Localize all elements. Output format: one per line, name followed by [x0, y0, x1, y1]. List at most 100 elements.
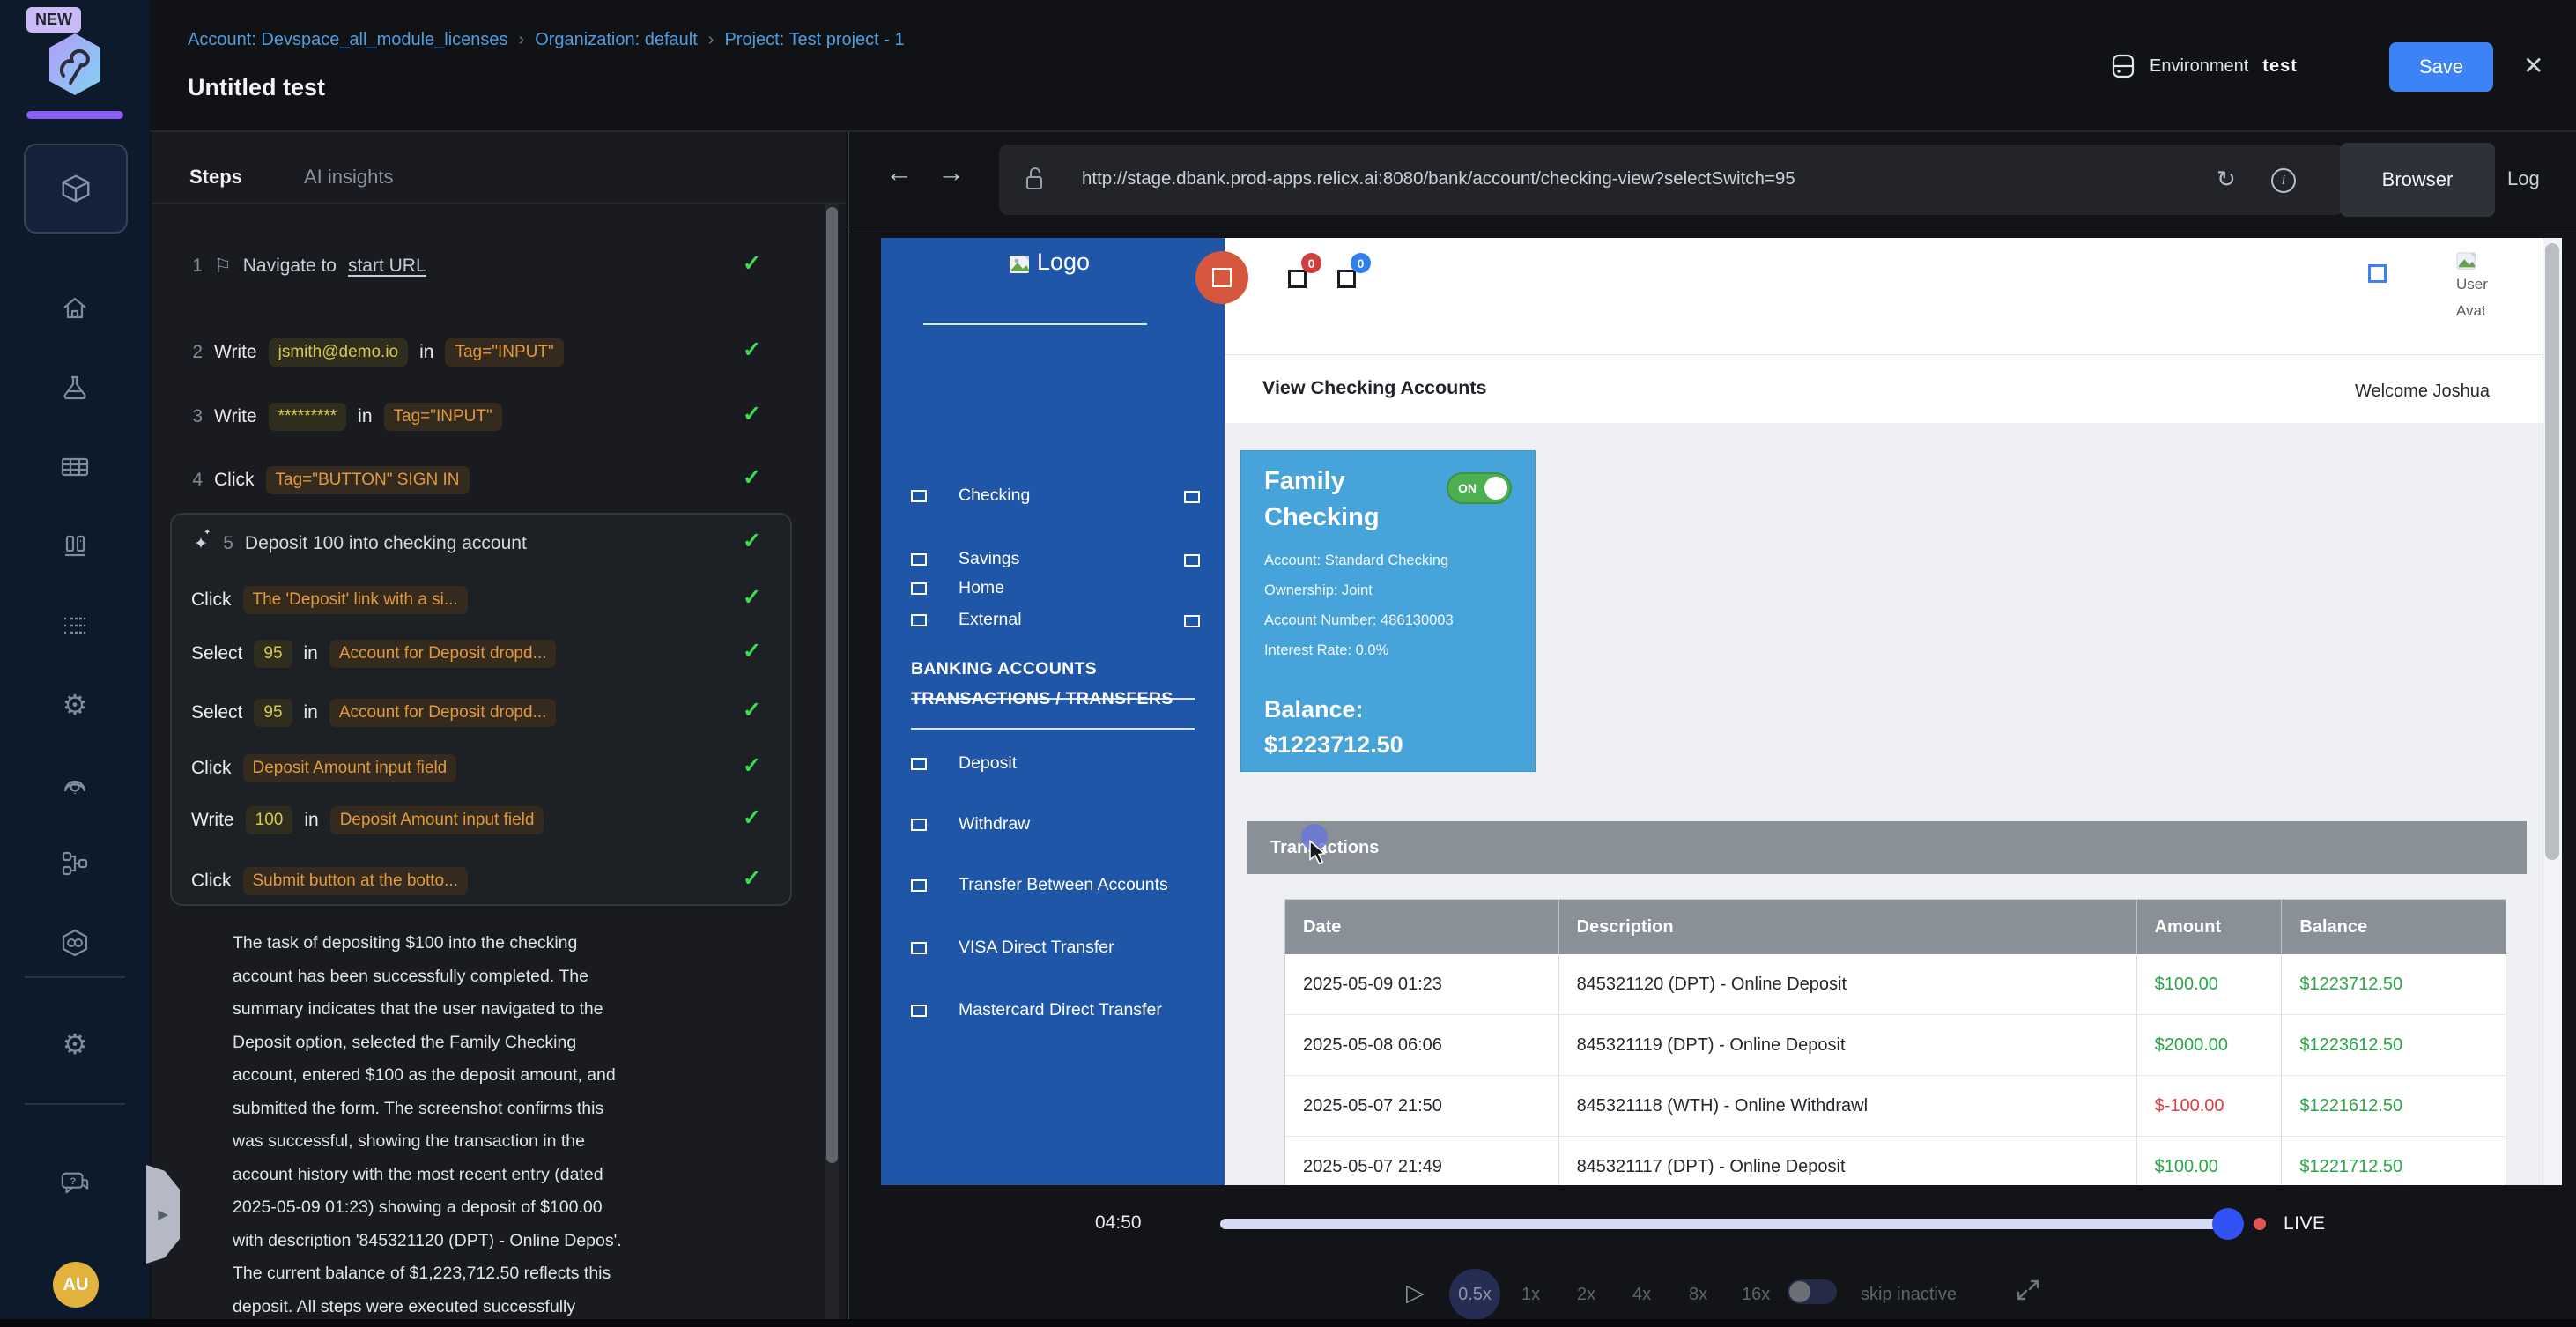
- skip-inactive-toggle[interactable]: [1788, 1279, 1837, 1304]
- breadcrumb-organization[interactable]: Organization: default: [535, 30, 698, 50]
- nav-item-home[interactable]: Home: [911, 578, 1004, 598]
- substep-row-4[interactable]: Click Deposit Amount input field: [191, 752, 456, 784]
- url-text[interactable]: http://stage.dbank.prod-apps.relicx.ai:8…: [1082, 168, 1795, 189]
- step-verb: Write: [214, 342, 257, 363]
- account-toggle-on[interactable]: ON: [1447, 472, 1512, 504]
- step-row-4[interactable]: 4 Click Tag="BUTTON" SIGN IN: [189, 464, 470, 496]
- speed-16x[interactable]: 16x: [1742, 1285, 1770, 1305]
- transactions-header-bar[interactable]: Transactions: [1247, 821, 2527, 874]
- sidebar-item-settings[interactable]: ⚙: [60, 690, 90, 720]
- substep-row-1[interactable]: Click The 'Deposit' link with a si...: [191, 584, 468, 616]
- sidebar-item-lab[interactable]: [60, 373, 90, 403]
- column-header: Date: [1285, 900, 1559, 954]
- table-row: 2025-05-09 01:23 845321120 (DPT) - Onlin…: [1285, 954, 2506, 1015]
- nav-item-savings[interactable]: Savings: [911, 549, 1019, 569]
- back-icon[interactable]: ←: [885, 157, 913, 189]
- sidebar-item-pipeline[interactable]: [60, 849, 90, 878]
- substep-row-6[interactable]: Click Submit button at the botto...: [191, 865, 468, 897]
- breadcrumb: Account: Devspace_all_module_licenses › …: [188, 30, 905, 50]
- header-square-icon[interactable]: [2368, 264, 2387, 283]
- tab-browser[interactable]: Browser: [2340, 143, 2495, 217]
- nav-item-withdraw[interactable]: Withdraw: [911, 814, 1030, 834]
- message-icon[interactable]: [1337, 270, 1356, 288]
- save-button[interactable]: Save: [2389, 42, 2493, 92]
- nav-item-transfer[interactable]: Transfer Between Accounts: [911, 875, 1168, 895]
- bank-logo[interactable]: Logo: [1009, 248, 1090, 276]
- speed-8x[interactable]: 8x: [1689, 1285, 1707, 1305]
- sidebar-item-tests-active[interactable]: [24, 144, 128, 234]
- substep-row-3[interactable]: Select 95 in Account for Deposit dropd..…: [191, 697, 556, 729]
- info-icon[interactable]: i: [2271, 168, 2296, 193]
- live-dot: [2254, 1218, 2266, 1230]
- page-title: Untitled test: [188, 74, 325, 101]
- forward-icon[interactable]: →: [937, 157, 965, 189]
- nav-item-mastercard-transfer[interactable]: Mastercard Direct Transfer: [911, 1000, 1162, 1020]
- nav-right-square-icon[interactable]: [1184, 554, 1200, 567]
- step-verb: Write: [191, 810, 234, 831]
- cell-date: 2025-05-07 21:49: [1285, 1137, 1559, 1185]
- tab-ai-insights[interactable]: AI insights: [304, 166, 394, 189]
- speed-4x[interactable]: 4x: [1632, 1285, 1651, 1305]
- value-badge: 95: [254, 640, 292, 668]
- tab-log[interactable]: Log: [2507, 167, 2540, 190]
- nav-item-checking[interactable]: Checking: [911, 486, 1030, 506]
- step-row-3[interactable]: 3 Write ********* in Tag="INPUT": [189, 401, 502, 433]
- environment-selector[interactable]: Environment test: [2111, 53, 2298, 79]
- step-success-icon: ✓: [743, 250, 761, 277]
- steps-scrollbar-thumb[interactable]: [826, 207, 838, 1163]
- refresh-icon[interactable]: ↻: [2217, 166, 2236, 193]
- sidebar-item-admin-settings[interactable]: ⚙: [60, 1029, 90, 1059]
- live-label: LIVE: [2284, 1213, 2326, 1234]
- cell-date: 2025-05-09 01:23: [1285, 954, 1559, 1015]
- user-avatar[interactable]: AU: [53, 1262, 99, 1308]
- brand-logo-icon[interactable]: [46, 32, 104, 97]
- sidebar-item-home[interactable]: [60, 293, 90, 323]
- step-success-icon: ✓: [743, 401, 761, 427]
- close-icon[interactable]: ✕: [2523, 51, 2543, 80]
- tab-steps[interactable]: Steps: [189, 166, 242, 189]
- speed-0.5x[interactable]: 0.5x: [1449, 1269, 1500, 1320]
- nav-item-visa-transfer[interactable]: VISA Direct Transfer: [911, 938, 1114, 958]
- play-icon[interactable]: ▷: [1406, 1279, 1425, 1307]
- breadcrumb-project[interactable]: Project: Test project - 1: [724, 30, 904, 50]
- sidebar-item-explore[interactable]: [60, 769, 90, 799]
- sidebar-item-integrations[interactable]: [60, 928, 90, 958]
- speed-2x[interactable]: 2x: [1577, 1285, 1595, 1305]
- cell-amount: $-100.00: [2137, 1076, 2283, 1137]
- playback-progress-bar[interactable]: [1220, 1219, 2217, 1229]
- nav-right-square-icon[interactable]: [1184, 491, 1200, 503]
- user-avatar-broken[interactable]: User Avat: [2456, 252, 2488, 324]
- step-conj: in: [304, 643, 318, 664]
- fullscreen-icon[interactable]: [2014, 1276, 2042, 1304]
- speed-1x[interactable]: 1x: [1521, 1285, 1540, 1305]
- account-number: Account Number: 486130003: [1264, 612, 1454, 629]
- playback-thumb[interactable]: [2212, 1208, 2244, 1240]
- chat-help-icon: ?: [60, 1168, 90, 1198]
- sidebar-item-list[interactable]: [60, 611, 90, 641]
- step-verb: Select: [191, 702, 242, 723]
- flag-icon: ⚐: [214, 255, 232, 278]
- table-row: 2025-05-08 06:06 845321119 (DPT) - Onlin…: [1285, 1015, 2506, 1076]
- step-row-5-group[interactable]: ✦✦ 5 Deposit 100 into checking account: [194, 528, 527, 560]
- column-header: Amount: [2137, 900, 2283, 954]
- breadcrumb-account[interactable]: Account: Devspace_all_module_licenses: [188, 30, 508, 50]
- sidebar-item-suites[interactable]: [60, 452, 90, 482]
- step-row-1[interactable]: 1 ⚐ Navigate to start URL: [189, 250, 426, 282]
- transactions-table: Date Description Amount Balance 2025-05-…: [1284, 899, 2506, 1185]
- table-grid-icon: [60, 453, 90, 481]
- substep-row-5[interactable]: Write 100 in Deposit Amount input field: [191, 804, 544, 836]
- notification-icon[interactable]: [1288, 270, 1307, 288]
- menu-toggle-button[interactable]: [1195, 251, 1248, 304]
- step-row-2[interactable]: 2 Write jsmith@demo.io in Tag="INPUT": [189, 337, 564, 368]
- app-scrollbar-thumb[interactable]: [2545, 243, 2559, 860]
- sidebar-item-runs[interactable]: [60, 531, 90, 561]
- start-url-link[interactable]: start URL: [348, 256, 426, 277]
- nav-right-square-icon[interactable]: [1184, 615, 1200, 627]
- nav-item-deposit[interactable]: Deposit: [911, 753, 1017, 774]
- sidebar-item-help[interactable]: ?: [60, 1168, 90, 1198]
- url-bar[interactable]: http://stage.dbank.prod-apps.relicx.ai:8…: [999, 145, 2343, 215]
- step-conj: in: [304, 810, 318, 831]
- substep-row-2[interactable]: Select 95 in Account for Deposit dropd..…: [191, 638, 556, 670]
- nav-section-banking: BANKING ACCOUNTS: [911, 659, 1097, 679]
- nav-item-external[interactable]: External: [911, 610, 1022, 630]
